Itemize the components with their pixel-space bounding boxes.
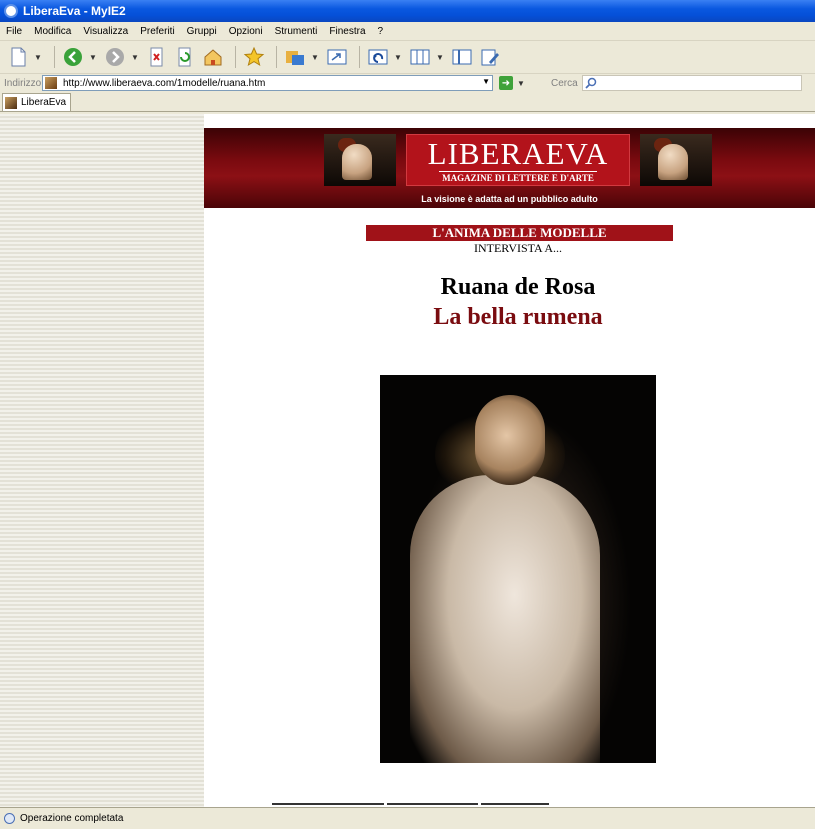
chevron-down-icon[interactable]: ▼ bbox=[482, 77, 490, 86]
toolbar-separator bbox=[54, 46, 55, 68]
logo-subtitle: MAGAZINE DI LETTERE E D'ARTE bbox=[439, 171, 597, 184]
model-photo bbox=[380, 375, 656, 763]
new-page-dropdown[interactable]: ▼ bbox=[34, 53, 42, 62]
back-arrow-icon bbox=[64, 48, 82, 66]
go-dropdown[interactable]: ▼ bbox=[517, 79, 525, 88]
window-arrow-icon bbox=[327, 49, 347, 65]
window-tool-button[interactable] bbox=[325, 45, 349, 69]
menu-opzioni[interactable]: Opzioni bbox=[229, 26, 263, 37]
tab-favicon bbox=[5, 96, 17, 109]
favorites-button[interactable] bbox=[242, 45, 266, 69]
back-dropdown[interactable]: ▼ bbox=[89, 53, 97, 62]
window-titlebar: LiberaEva - MyIE2 bbox=[0, 0, 815, 22]
window-title: LiberaEva - MyIE2 bbox=[23, 4, 126, 18]
go-button[interactable]: ➜ bbox=[499, 76, 513, 90]
site-header: LIBERAEVA MAGAZINE DI LETTERE E D'ARTE L… bbox=[204, 128, 815, 208]
header-painting-left bbox=[324, 134, 396, 186]
groups-button[interactable] bbox=[283, 45, 307, 69]
search-input[interactable] bbox=[581, 75, 802, 91]
status-text: Operazione completata bbox=[20, 813, 124, 824]
search-icon bbox=[585, 77, 596, 89]
back-button[interactable] bbox=[61, 45, 85, 69]
search-label: Cerca bbox=[551, 77, 578, 89]
forward-arrow-icon bbox=[106, 48, 124, 66]
logo-title: LIBERAEVA bbox=[427, 136, 609, 171]
new-page-button[interactable] bbox=[6, 45, 30, 69]
star-icon bbox=[243, 46, 265, 67]
address-input[interactable]: http://www.liberaeva.com/1modelle/ruana.… bbox=[42, 75, 493, 91]
menu-bar: File Modifica Visualizza Preferiti Grupp… bbox=[0, 22, 815, 41]
menu-visualizza[interactable]: Visualizza bbox=[83, 26, 128, 37]
menu-strumenti[interactable]: Strumenti bbox=[275, 26, 318, 37]
tile-windows-button[interactable] bbox=[408, 45, 432, 69]
address-bar: Indirizzo http://www.liberaeva.com/1mode… bbox=[0, 74, 815, 92]
page-body: LIBERAEVA MAGAZINE DI LETTERE E D'ARTE L… bbox=[204, 114, 815, 807]
tab-label: LiberaEva bbox=[21, 97, 67, 108]
site-favicon bbox=[45, 77, 57, 89]
forward-dropdown[interactable]: ▼ bbox=[131, 53, 139, 62]
site-logo[interactable]: LIBERAEVA MAGAZINE DI LETTERE E D'ARTE bbox=[406, 134, 630, 186]
article-subtitle: La bella rumena bbox=[433, 304, 603, 330]
page-status-icon bbox=[4, 813, 15, 824]
menu-preferiti[interactable]: Preferiti bbox=[140, 26, 174, 37]
menu-finestra[interactable]: Finestra bbox=[329, 26, 365, 37]
refresh-button[interactable] bbox=[173, 45, 197, 69]
toolbar: ▼ ▼ ▼ ▼ ▼ ▼ bbox=[0, 41, 815, 74]
groups-dropdown[interactable]: ▼ bbox=[311, 53, 319, 62]
address-url: http://www.liberaeva.com/1modelle/ruana.… bbox=[63, 77, 266, 89]
app-icon bbox=[4, 4, 18, 18]
left-background bbox=[0, 114, 204, 807]
home-button[interactable] bbox=[201, 45, 225, 69]
panel-button[interactable] bbox=[450, 45, 474, 69]
toolbar-separator bbox=[235, 46, 236, 68]
forward-button[interactable] bbox=[103, 45, 127, 69]
address-label: Indirizzo bbox=[4, 77, 42, 89]
menu-modifica[interactable]: Modifica bbox=[34, 26, 71, 37]
header-painting-right bbox=[640, 134, 712, 186]
toolbar-separator bbox=[276, 46, 277, 68]
undo-dropdown[interactable]: ▼ bbox=[394, 53, 402, 62]
stop-icon bbox=[150, 47, 163, 67]
interview-label: INTERVISTA A... bbox=[473, 241, 563, 255]
web-content: LIBERAEVA MAGAZINE DI LETTERE E D'ARTE L… bbox=[0, 114, 815, 807]
home-icon bbox=[204, 49, 222, 66]
adult-notice: La visione è adatta ad un pubblico adult… bbox=[421, 194, 598, 204]
panel-icon bbox=[452, 49, 472, 65]
undo-close-button[interactable] bbox=[366, 45, 390, 69]
edit-pencil-icon bbox=[481, 49, 499, 66]
menu-file[interactable]: File bbox=[6, 26, 22, 37]
status-bar: Operazione completata bbox=[0, 807, 815, 829]
edit-button[interactable] bbox=[478, 45, 502, 69]
tab-liberaeva[interactable]: LiberaEva bbox=[2, 93, 72, 111]
section-title: L'ANIMA DELLE MODELLE bbox=[366, 225, 673, 241]
toolbar-separator bbox=[359, 46, 360, 68]
groups-icon bbox=[286, 51, 304, 65]
tile-icon bbox=[410, 49, 430, 65]
menu-gruppi[interactable]: Gruppi bbox=[187, 26, 217, 37]
new-page-icon bbox=[11, 47, 26, 67]
model-name: Ruana de Rosa bbox=[440, 274, 596, 300]
tab-bar: LiberaEva bbox=[0, 92, 815, 112]
refresh-icon bbox=[178, 47, 191, 67]
undo-icon bbox=[368, 49, 388, 65]
tile-dropdown[interactable]: ▼ bbox=[436, 53, 444, 62]
stop-button[interactable] bbox=[145, 45, 169, 69]
menu-help[interactable]: ? bbox=[378, 26, 384, 37]
